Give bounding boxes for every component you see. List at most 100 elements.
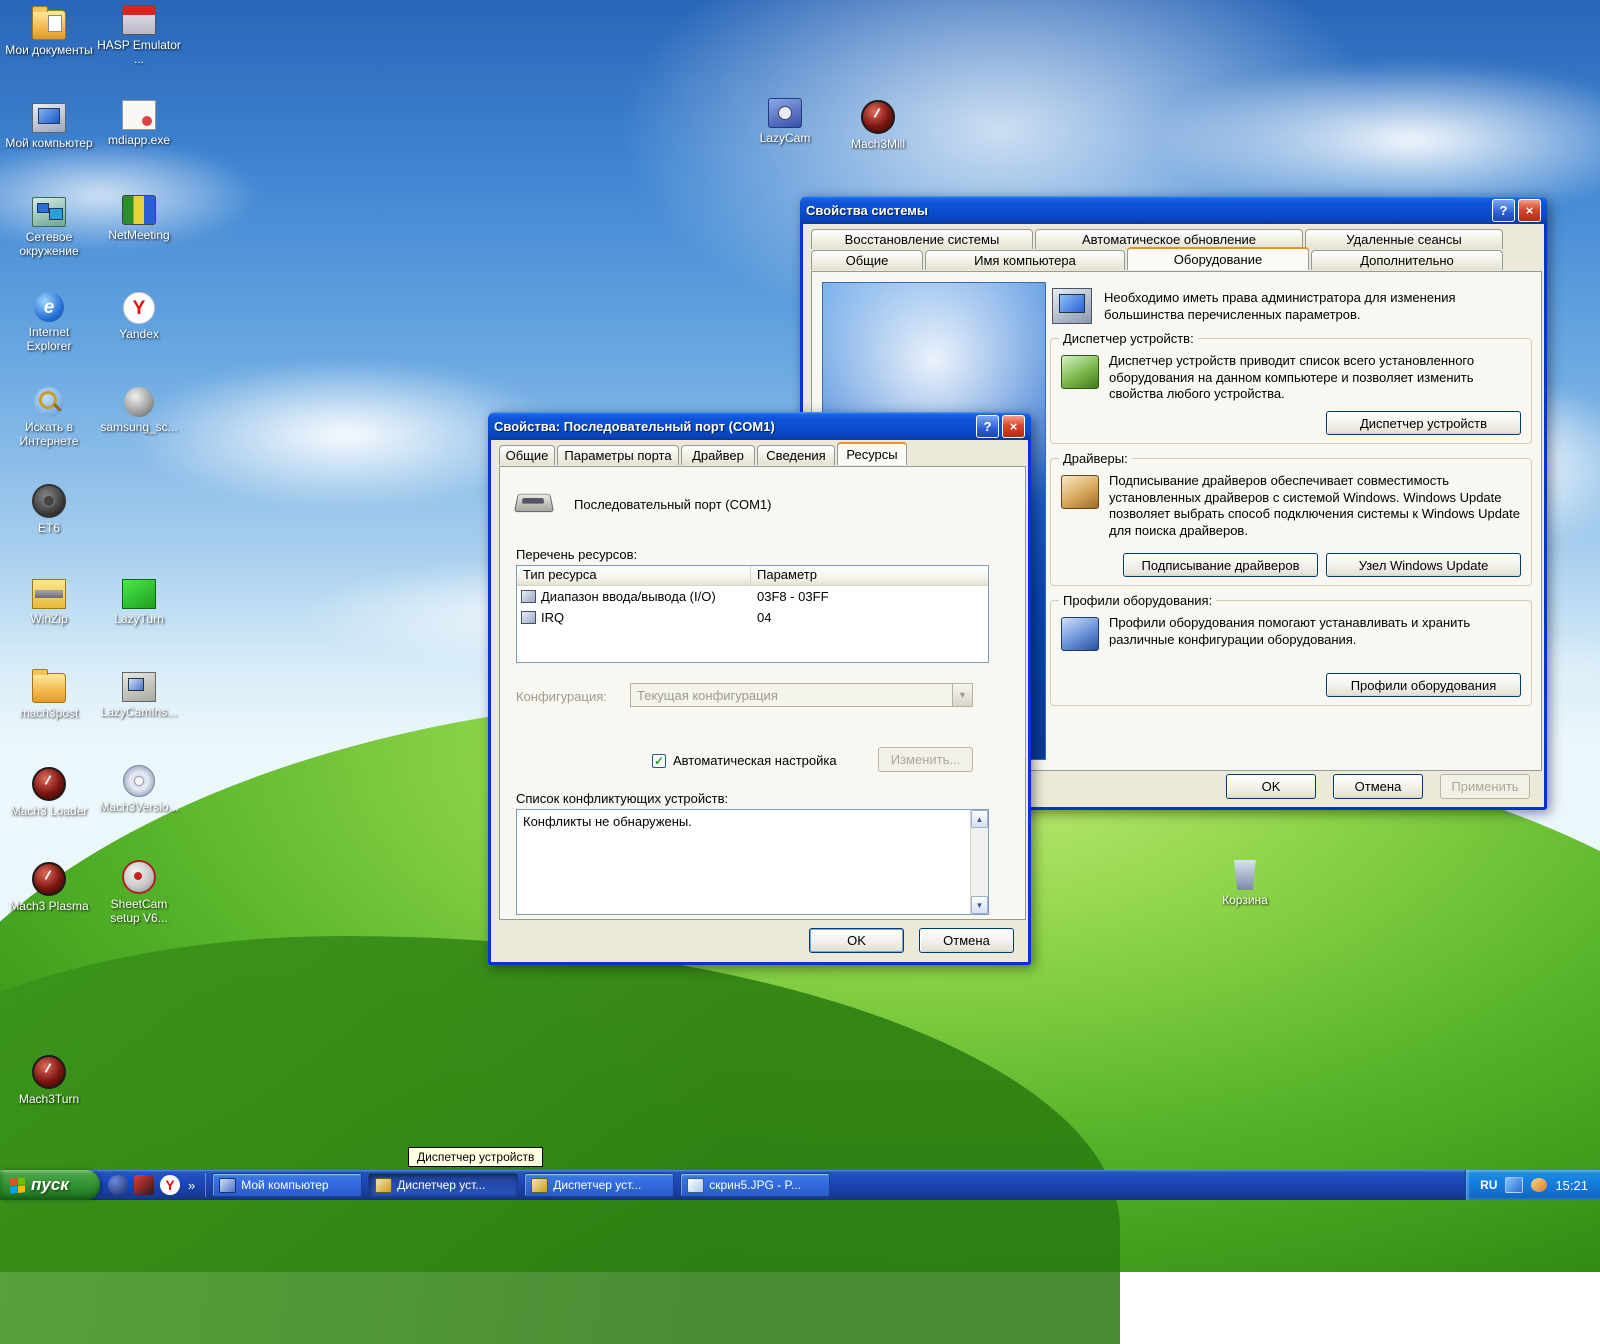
- resources-tab-page: Последовательный порт (COM1) Перечень ре…: [499, 466, 1026, 920]
- column-setting[interactable]: Параметр: [751, 566, 988, 586]
- desktop-icon-sheetcam-setup[interactable]: SheetCam setup V6...: [94, 860, 184, 926]
- task-label: Диспетчер уст...: [397, 1178, 486, 1192]
- desktop-icon-label: ET6: [37, 521, 60, 535]
- conflicts-label: Список конфликтующих устройств:: [516, 791, 729, 806]
- hardware-profiles-button[interactable]: Профили оборудования: [1326, 673, 1521, 697]
- task-my-computer[interactable]: Мой компьютер: [212, 1173, 363, 1197]
- device-manager-button[interactable]: Диспетчер устройств: [1326, 411, 1521, 435]
- hasp-icon: [122, 5, 156, 35]
- resource-type: Диапазон ввода/вывода (I/O): [541, 589, 716, 604]
- desktop-icon-mach3post[interactable]: mach3post: [4, 669, 94, 721]
- driver-signing-button[interactable]: Подписывание драйверов: [1123, 553, 1318, 577]
- tab-resources[interactable]: Ресурсы: [837, 442, 907, 465]
- installer-icon: [122, 672, 156, 702]
- scroll-down-button[interactable]: ▼: [971, 896, 988, 914]
- tab-details[interactable]: Сведения: [757, 445, 835, 465]
- language-indicator[interactable]: RU: [1480, 1178, 1497, 1192]
- desktop-icon-lazyturn[interactable]: LazyTurn: [94, 579, 184, 627]
- cancel-button[interactable]: Отмена: [1333, 774, 1423, 799]
- conflicts-text: Конфликты не обнаружены.: [523, 814, 692, 829]
- ok-button[interactable]: OK: [1226, 774, 1316, 799]
- quicklaunch-yandex-icon[interactable]: Y: [160, 1175, 180, 1195]
- resource-row-io[interactable]: Диапазон ввода/вывода (I/O) 03F8 - 03FF: [517, 586, 988, 607]
- tab-driver[interactable]: Драйвер: [681, 445, 755, 465]
- samsung-icon: [124, 387, 154, 417]
- tab-remote[interactable]: Удаленные сеансы: [1305, 229, 1503, 249]
- close-button[interactable]: ×: [1518, 198, 1541, 222]
- tray-display-icon[interactable]: [1505, 1177, 1524, 1193]
- task-device-manager-2[interactable]: Диспетчер уст...: [524, 1173, 675, 1197]
- desktop-icon-et6[interactable]: ET6: [4, 484, 94, 536]
- group-title: Диспетчер устройств:: [1059, 331, 1198, 346]
- desktop-icon-netmeeting[interactable]: NetMeeting: [94, 195, 184, 243]
- tab-general[interactable]: Общие: [811, 250, 923, 270]
- system-properties-titlebar[interactable]: Свойства системы ? ×: [800, 196, 1547, 224]
- tab-system-restore[interactable]: Восстановление системы: [811, 229, 1033, 249]
- ok-button[interactable]: OK: [809, 928, 904, 953]
- resource-type: IRQ: [541, 610, 565, 625]
- task-label: Диспетчер уст...: [553, 1178, 642, 1192]
- resource-row-irq[interactable]: IRQ 04: [517, 607, 988, 628]
- cancel-button[interactable]: Отмена: [919, 928, 1014, 953]
- desktop-icon-mdiapp[interactable]: mdiapp.exe: [94, 100, 184, 148]
- device-manager-icon: [531, 1177, 549, 1193]
- tab-port-settings[interactable]: Параметры порта: [557, 445, 679, 465]
- desktop-icon-my-computer[interactable]: Мой компьютер: [4, 103, 94, 151]
- serial-port-icon: [513, 493, 555, 513]
- desktop-icon-yandex[interactable]: Y Yandex: [94, 292, 184, 342]
- column-resource-type[interactable]: Тип ресурса: [517, 566, 751, 586]
- tab-hardware[interactable]: Оборудование: [1127, 247, 1309, 270]
- start-button[interactable]: пуск: [0, 1170, 100, 1200]
- drivers-text: Подписывание драйверов обеспечивает совм…: [1109, 473, 1520, 538]
- quicklaunch-media-icon[interactable]: [134, 1175, 154, 1195]
- auto-config-checkbox[interactable]: ✓: [652, 753, 666, 768]
- desktop-icon-search-internet[interactable]: Искать в Интернете: [4, 387, 94, 449]
- mach3-gauge-icon: [32, 767, 66, 801]
- desktop-icon-lazycam-installer[interactable]: LazyCamIns...: [94, 672, 184, 720]
- desktop-icon-internet-explorer[interactable]: e Internet Explorer: [4, 292, 94, 354]
- profiles-text: Профили оборудования помогают устанавлив…: [1109, 615, 1471, 647]
- desktop-icon-network-places[interactable]: Сетевое окружение: [4, 197, 94, 259]
- tab-general[interactable]: Общие: [499, 445, 555, 465]
- task-image-viewer[interactable]: скрин5.JPG - P...: [680, 1173, 831, 1197]
- system-tray: RU 15:21: [1465, 1170, 1600, 1200]
- device-manager-tooltip: Диспетчер устройств: [408, 1147, 544, 1167]
- desktop-icon-my-documents[interactable]: Мои документы: [4, 6, 94, 58]
- com1-properties-titlebar[interactable]: Свойства: Последовательный порт (COM1) ?…: [488, 412, 1031, 440]
- quicklaunch-browser-icon[interactable]: [108, 1175, 128, 1195]
- desktop-icon-label: NetMeeting: [108, 228, 170, 242]
- desktop-icon-mach3version[interactable]: Mach3Versio...: [94, 765, 184, 815]
- close-button[interactable]: ×: [1002, 414, 1025, 438]
- help-button[interactable]: ?: [1492, 198, 1515, 222]
- desktop-icon-mach3-plasma[interactable]: Mach3 Plasma: [4, 862, 94, 914]
- ie-glyph: e: [43, 296, 55, 318]
- quick-launch: Y »: [100, 1173, 207, 1197]
- taskbar-clock[interactable]: 15:21: [1555, 1178, 1588, 1193]
- desktop-icon-label: Internet Explorer: [26, 325, 72, 353]
- quicklaunch-overflow-chevron[interactable]: »: [186, 1178, 197, 1193]
- desktop-icon-hasp-emulator[interactable]: HASP Emulator ...: [94, 5, 184, 67]
- desktop-icon-samsung[interactable]: samsung_sc...: [94, 387, 184, 435]
- tab-computer-name[interactable]: Имя компьютера: [925, 250, 1125, 270]
- desktop-icon-recycle-bin[interactable]: Корзина: [1200, 860, 1290, 908]
- tray-status-icon[interactable]: [1531, 1178, 1548, 1192]
- desktop-icon-mach3-loader[interactable]: Mach3 Loader: [4, 767, 94, 819]
- recycle-bin-icon: [1234, 860, 1256, 890]
- desktop-icon-lazycam[interactable]: LazyCam: [740, 98, 830, 146]
- device-manager-group: Диспетчер устройств: Диспетчер устройств…: [1050, 331, 1532, 444]
- desktop-icon-label: Корзина: [1222, 893, 1268, 907]
- com1-dialog-buttons: OK Отмена: [809, 928, 1014, 953]
- task-device-manager-1[interactable]: Диспетчер уст...: [368, 1173, 519, 1197]
- tab-advanced[interactable]: Дополнительно: [1311, 250, 1503, 270]
- desktop-icon-mach3turn[interactable]: Mach3Turn: [4, 1055, 94, 1107]
- conflicts-scrollbar[interactable]: ▲ ▼: [970, 810, 988, 914]
- group-title: Драйверы:: [1059, 451, 1132, 466]
- internet-explorer-icon: e: [34, 292, 64, 322]
- help-button[interactable]: ?: [976, 414, 999, 438]
- scroll-up-button[interactable]: ▲: [971, 810, 988, 828]
- dropdown-arrow-icon: ▼: [952, 684, 972, 706]
- desktop-icon-mach3mill[interactable]: Mach3Mill: [833, 100, 923, 152]
- windows-update-button[interactable]: Узел Windows Update: [1326, 553, 1521, 577]
- tab-automatic-updates[interactable]: Автоматическое обновление: [1035, 229, 1303, 249]
- desktop-icon-winzip[interactable]: WinZip: [4, 579, 94, 627]
